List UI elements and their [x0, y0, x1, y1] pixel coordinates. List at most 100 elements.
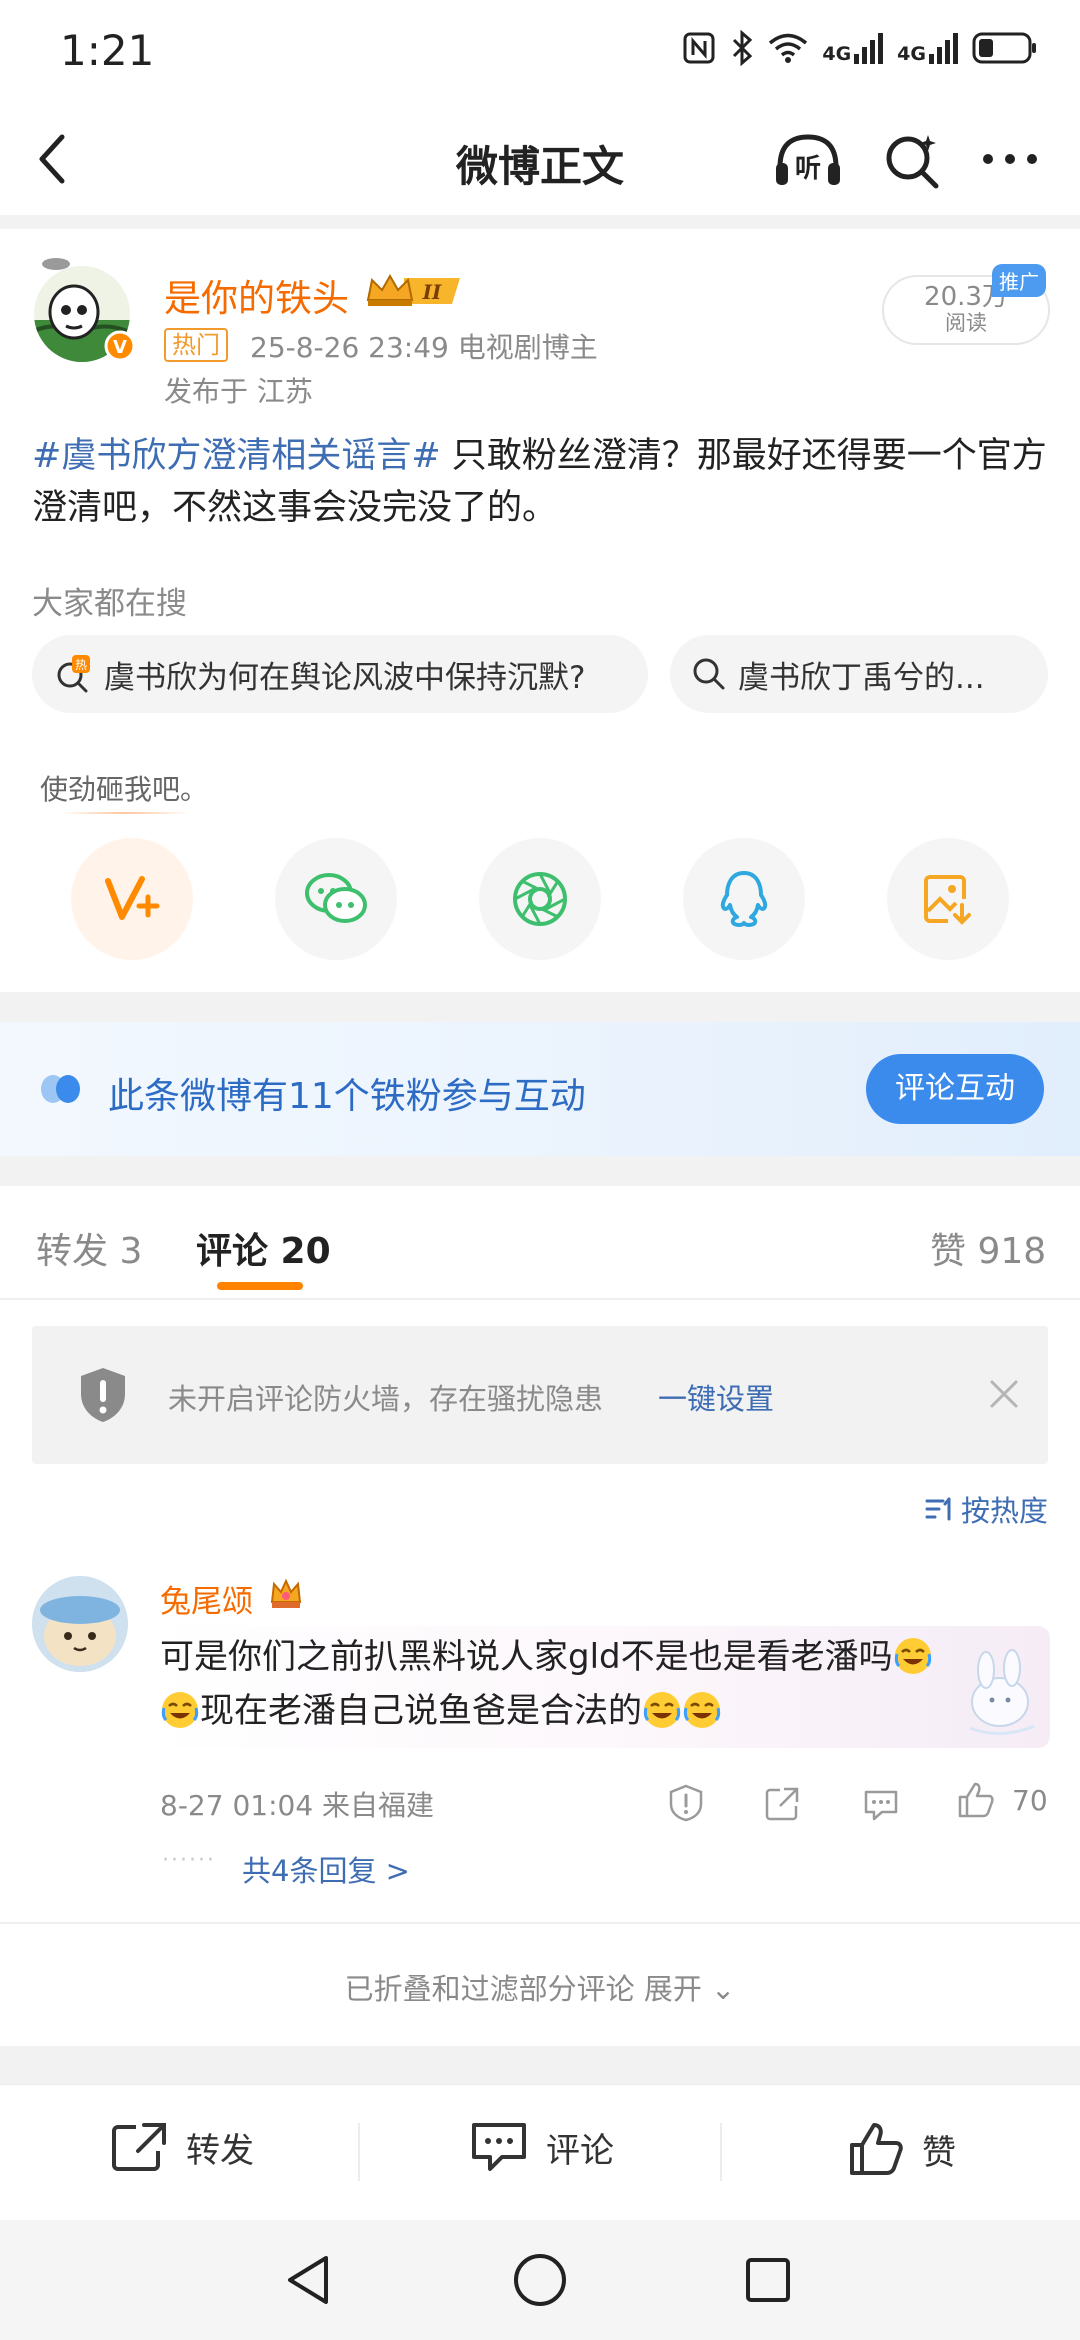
comment-like-count: 70: [1012, 1784, 1048, 1817]
post-meta: 25-8-26 23:49 电视剧博主: [250, 331, 598, 364]
tab-comment[interactable]: 评论 20: [196, 1222, 331, 1274]
save-image-button[interactable]: [887, 838, 1009, 960]
share-hint: 使劲砸我吧。: [40, 773, 209, 806]
bluetooth-icon: [730, 30, 754, 66]
close-icon[interactable]: [988, 1378, 1020, 1410]
qq-icon: [717, 869, 771, 929]
comment-meta: 8-27 01:04 来自福建: [160, 1789, 435, 1822]
moments-icon: [510, 869, 570, 929]
trending-search-text: 虞书欣为何在舆论风波中保持沉默?: [104, 659, 586, 696]
crown-badge-icon: [268, 1576, 304, 1612]
listen-icon[interactable]: 听: [772, 129, 844, 189]
listen-label: 听: [795, 154, 821, 184]
nav-bar: 微博正文 听: [0, 105, 1080, 215]
collapsed-comments-text: 已折叠和过滤部分评论 展开 ⌄: [344, 1972, 736, 2006]
ad-tag: 推广: [992, 264, 1046, 297]
divider: [358, 2123, 360, 2181]
more-icon[interactable]: [980, 151, 1040, 167]
comment-text-line1: 可是你们之前扒黑料说人家gld不是也是看老潘吗: [160, 1637, 893, 1677]
comment-text: 可是你们之前扒黑料说人家gld不是也是看老潘吗 现在老潘自己说鱼爸是合法的: [160, 1630, 1040, 1738]
report-icon[interactable]: [668, 1784, 704, 1822]
comment-interact-button[interactable]: 评论互动: [866, 1054, 1044, 1124]
commenter-avatar[interactable]: [32, 1576, 128, 1672]
firewall-setup-link[interactable]: 一键设置: [658, 1376, 774, 1418]
shield-icon: [78, 1366, 128, 1424]
firewall-text: 未开启评论防火墙，存在骚扰隐患: [168, 1382, 604, 1416]
fans-banner-text: 此条微博有11个铁粉参与互动: [108, 1076, 586, 1117]
share-weibo-button[interactable]: [71, 838, 193, 960]
fans-banner-icon: [38, 1072, 86, 1106]
weibo-v-icon: [102, 871, 162, 927]
signal-2-icon: 4G: [897, 32, 958, 64]
signal-2-label: 4G: [897, 43, 926, 65]
system-nav-bar: [0, 2220, 1080, 2340]
status-icons: 4G 4G: [682, 30, 1038, 66]
laugh-cry-emoji-icon: [642, 1690, 682, 1730]
laugh-cry-emoji-icon: [893, 1636, 933, 1676]
view-replies-link[interactable]: 共4条回复 >: [242, 1848, 410, 1890]
nfc-icon: [682, 31, 716, 65]
like-icon: [848, 2121, 904, 2177]
comment-firewall-notice: 未开启评论防火墙，存在骚扰隐患 一键设置: [32, 1326, 1048, 1464]
signal-1-icon: 4G: [822, 32, 884, 65]
search-icon[interactable]: [882, 131, 942, 191]
author-name[interactable]: 是你的铁头: [164, 268, 349, 322]
svg-text:热: 热: [75, 658, 87, 672]
battery-icon: [972, 31, 1038, 65]
divider: [0, 2046, 1080, 2084]
like-comment-icon[interactable]: [956, 1780, 996, 1820]
laugh-cry-emoji-icon: [160, 1690, 200, 1730]
fans-interaction-banner[interactable]: 此条微博有11个铁粉参与互动 评论互动: [0, 1022, 1080, 1156]
commenter-name[interactable]: 兔尾颂: [160, 1576, 253, 1621]
reply-thread-dots: ······: [162, 1848, 216, 1873]
comment-button[interactable]: 评论: [470, 2121, 614, 2173]
author-avatar[interactable]: V: [26, 252, 138, 364]
reply-comment-icon[interactable]: [862, 1788, 900, 1822]
trending-search-label: 大家都在搜: [32, 586, 187, 622]
like-label: 赞: [922, 2132, 956, 2173]
tab-like[interactable]: 赞 918: [930, 1222, 1046, 1274]
divider: [0, 992, 1080, 1022]
repost-button[interactable]: 转发: [110, 2121, 254, 2173]
share-comment-icon[interactable]: [764, 1786, 800, 1822]
status-time: 1:21: [60, 26, 155, 75]
wifi-icon: [768, 32, 808, 64]
signal-1-label: 4G: [822, 43, 852, 65]
share-qq-button[interactable]: [683, 838, 805, 960]
repost-label: 转发: [186, 2130, 254, 2171]
divider: [0, 1156, 1080, 1186]
laugh-cry-emoji-icon: [682, 1690, 722, 1730]
trending-search-chip[interactable]: 热 虞书欣为何在舆论风波中保持沉默?: [32, 635, 648, 713]
bottom-action-bar: 转发 评论 赞: [0, 2084, 1080, 2220]
nav-back-icon[interactable]: [284, 2254, 332, 2306]
save-image-icon: [920, 871, 976, 927]
post-location: 发布于 江苏: [164, 375, 313, 408]
sort-by-hot-button[interactable]: 按热度: [925, 1488, 1048, 1530]
comment-text-line2: 现在老潘自己说鱼爸是合法的: [200, 1691, 642, 1731]
comment-icon: [470, 2121, 528, 2173]
share-wechat-button[interactable]: [275, 838, 397, 960]
active-tab-indicator: [217, 1282, 303, 1290]
share-moments-button[interactable]: [479, 838, 601, 960]
nav-home-icon[interactable]: [512, 2252, 568, 2308]
post-body: #虞书欣方澄清相关谣言# 只敢粉丝澄清？那最好还得要一个官方澄清吧，不然这事会没…: [32, 430, 1052, 534]
like-button[interactable]: 赞: [848, 2121, 956, 2177]
svg-text:V: V: [113, 337, 127, 358]
member-crown-badge[interactable]: II: [364, 270, 464, 312]
read-label: 阅读: [945, 311, 987, 335]
divider: [0, 215, 1080, 229]
sort-label: 按热度: [960, 1494, 1048, 1528]
repost-icon: [110, 2121, 168, 2173]
status-bar: 1:21 4G 4G: [0, 0, 1080, 105]
tab-repost[interactable]: 转发 3: [36, 1222, 142, 1274]
wechat-icon: [303, 871, 369, 927]
trending-search-text: 虞书欣丁禹兮的...: [738, 659, 985, 696]
trending-search-chip[interactable]: 虞书欣丁禹兮的...: [670, 635, 1048, 713]
topic-link[interactable]: #虞书欣方澄清相关谣言#: [32, 436, 441, 476]
nav-recents-icon[interactable]: [744, 2254, 792, 2306]
hot-search-icon: 热: [54, 655, 92, 693]
collapsed-comments-bar[interactable]: 已折叠和过滤部分评论 展开 ⌄: [0, 1922, 1080, 2046]
search-icon: [692, 657, 726, 691]
divider: [720, 2123, 722, 2181]
comment-label: 评论: [546, 2130, 614, 2171]
